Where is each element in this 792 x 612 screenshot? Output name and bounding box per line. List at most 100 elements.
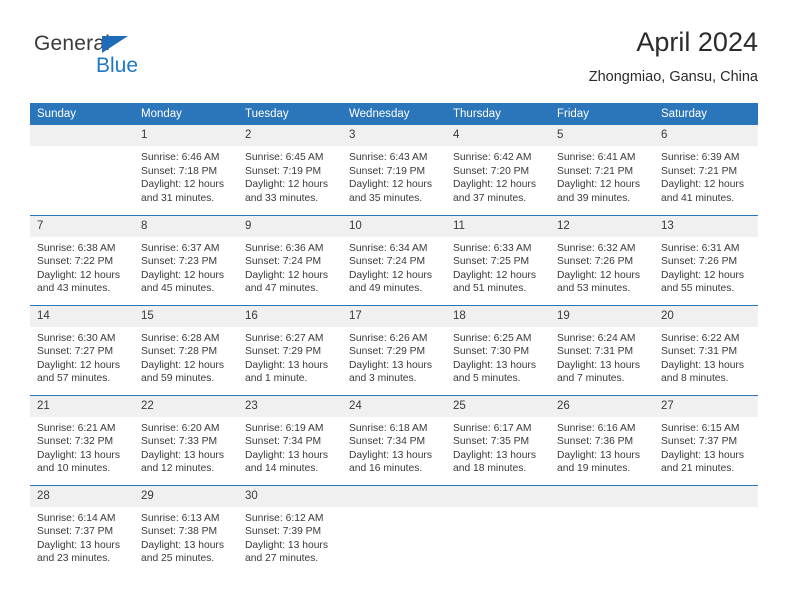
sunset-text: Sunset: 7:37 PM — [661, 436, 738, 448]
sunset-text: Sunset: 7:26 PM — [661, 256, 738, 268]
calendar-day-cell[interactable]: 14 Sunrise: 6:30 AM Sunset: 7:27 PM Dayligh… — [30, 304, 134, 395]
sunrise-text: Sunrise: 6:31 AM — [661, 242, 740, 254]
sunrise-text: Sunrise: 6:12 AM — [245, 512, 324, 524]
logo-triangle-icon — [102, 36, 128, 53]
calendar-day-cell[interactable]: 22 Sunrise: 6:20 AM Sunset: 7:33 PM Dayligh… — [134, 394, 238, 485]
calendar-day-cell[interactable]: 8 Sunrise: 6:37 AM Sunset: 7:23 PM Daylight… — [134, 214, 238, 305]
day-number — [654, 485, 758, 507]
calendar-day-cell[interactable]: 15 Sunrise: 6:28 AM Sunset: 7:28 PM Dayligh… — [134, 304, 238, 395]
calendar-day-cell[interactable]: 16 Sunrise: 6:27 AM Sunset: 7:29 PM Dayligh… — [238, 304, 342, 395]
calendar-day-cell[interactable]: 28 Sunrise: 6:14 AM Sunset: 7:37 PM Dayligh… — [30, 484, 134, 575]
calendar-day-cell[interactable]: 10 Sunrise: 6:34 AM Sunset: 7:24 PM Dayligh… — [342, 214, 446, 305]
sunrise-text: Sunrise: 6:41 AM — [557, 152, 636, 163]
day-number: 5 — [550, 125, 654, 146]
sunset-text: Sunset: 7:27 PM — [37, 346, 114, 358]
sunset-text: Sunset: 7:19 PM — [349, 165, 426, 177]
sunrise-text: Sunrise: 6:39 AM — [661, 152, 740, 163]
day-details: Sunrise: 6:17 AM Sunset: 7:35 PM Daylight:… — [446, 417, 550, 476]
day-number — [550, 485, 654, 507]
day-cell-inner — [550, 485, 654, 576]
daylight-text-line2: and 33 minutes. — [245, 192, 319, 204]
day-number: 26 — [550, 395, 654, 417]
sunrise-text: Sunrise: 6:42 AM — [453, 152, 532, 163]
daylight-text-line2: and 23 minutes. — [37, 553, 111, 565]
calendar-day-cell[interactable]: 24 Sunrise: 6:18 AM Sunset: 7:34 PM Dayligh… — [342, 394, 446, 485]
daylight-text-line1: Daylight: 12 hours — [245, 269, 328, 281]
calendar-day-cell[interactable]: 6 Sunrise: 6:39 AM Sunset: 7:21 PM Daylight… — [654, 125, 758, 215]
day-number: 30 — [238, 485, 342, 507]
calendar-day-cell[interactable]: 19 Sunrise: 6:24 AM Sunset: 7:31 PM Dayligh… — [550, 304, 654, 395]
calendar-grid: Sunday Monday Tuesday Wednesday Thursday… — [30, 103, 758, 575]
calendar-day-cell[interactable]: 2 Sunrise: 6:45 AM Sunset: 7:19 PM Daylight… — [238, 125, 342, 215]
calendar-day-cell[interactable]: 21 Sunrise: 6:21 AM Sunset: 7:32 PM Dayligh… — [30, 394, 134, 485]
calendar-day-cell[interactable]: 1 Sunrise: 6:46 AM Sunset: 7:18 PM Daylight… — [134, 125, 238, 215]
sunset-text: Sunset: 7:21 PM — [557, 165, 634, 177]
calendar-day-cell[interactable]: 5 Sunrise: 6:41 AM Sunset: 7:21 PM Daylight… — [550, 125, 654, 215]
daylight-text-line2: and 12 minutes. — [141, 463, 215, 475]
sunrise-text: Sunrise: 6:30 AM — [37, 332, 116, 344]
daylight-text-line2: and 51 minutes. — [453, 283, 527, 295]
daylight-text-line1: Daylight: 13 hours — [141, 449, 224, 461]
sunset-text: Sunset: 7:28 PM — [141, 346, 218, 358]
daylight-text-line1: Daylight: 12 hours — [141, 359, 224, 371]
daylight-text-line1: Daylight: 13 hours — [37, 539, 120, 551]
calendar-day-cell[interactable]: 13 Sunrise: 6:31 AM Sunset: 7:26 PM Dayligh… — [654, 214, 758, 305]
day-details: Sunrise: 6:32 AM Sunset: 7:26 PM Daylight:… — [550, 237, 654, 296]
sunrise-text: Sunrise: 6:26 AM — [349, 332, 428, 344]
daylight-text-line2: and 47 minutes. — [245, 283, 319, 295]
day-number — [342, 485, 446, 507]
calendar-day-cell[interactable]: 4 Sunrise: 6:42 AM Sunset: 7:20 PM Daylight… — [446, 125, 550, 215]
day-details: Sunrise: 6:21 AM Sunset: 7:32 PM Daylight:… — [30, 417, 134, 476]
day-details: Sunrise: 6:15 AM Sunset: 7:37 PM Daylight:… — [654, 417, 758, 476]
daylight-text-line1: Daylight: 13 hours — [661, 449, 744, 461]
weekday-header-monday: Monday — [134, 103, 238, 125]
calendar-day-cell[interactable]: 29 Sunrise: 6:13 AM Sunset: 7:38 PM Dayligh… — [134, 484, 238, 576]
logo-text-general: General — [34, 32, 111, 55]
calendar-day-cell[interactable]: 11 Sunrise: 6:33 AM Sunset: 7:25 PM Dayligh… — [446, 214, 550, 305]
calendar-day-cell[interactable]: 7 Sunrise: 6:38 AM Sunset: 7:22 PM Daylight… — [30, 214, 134, 305]
calendar-day-cell[interactable]: 27 Sunrise: 6:15 AM Sunset: 7:37 PM Dayligh… — [654, 394, 758, 485]
sunrise-text: Sunrise: 6:17 AM — [453, 422, 532, 434]
daylight-text-line1: Daylight: 13 hours — [245, 359, 328, 371]
sunrise-text: Sunrise: 6:25 AM — [453, 332, 532, 344]
calendar-day-cell[interactable]: 18 Sunrise: 6:25 AM Sunset: 7:30 PM Dayligh… — [446, 304, 550, 395]
sunset-text: Sunset: 7:29 PM — [245, 346, 322, 358]
daylight-text-line2: and 43 minutes. — [37, 283, 111, 295]
sunrise-text: Sunrise: 6:27 AM — [245, 332, 324, 344]
daylight-text-line2: and 3 minutes. — [349, 373, 417, 385]
sunset-text: Sunset: 7:32 PM — [37, 436, 114, 448]
calendar-day-cell[interactable]: 30 Sunrise: 6:12 AM Sunset: 7:39 PM Dayligh… — [238, 484, 342, 575]
day-cell-inner: 12 Sunrise: 6:32 AM Sunset: 7:26 PM Dayligh… — [550, 215, 654, 305]
day-cell-inner: 22 Sunrise: 6:20 AM Sunset: 7:33 PM Dayligh… — [134, 395, 238, 485]
sunset-text: Sunset: 7:23 PM — [141, 256, 218, 268]
calendar-day-cell[interactable]: 26 Sunrise: 6:16 AM Sunset: 7:36 PM Dayligh… — [550, 394, 654, 485]
calendar-empty-cell — [30, 125, 134, 215]
calendar-day-cell[interactable]: 12 Sunrise: 6:32 AM Sunset: 7:26 PM Dayligh… — [550, 214, 654, 305]
day-number: 13 — [654, 215, 758, 237]
day-cell-inner: 24 Sunrise: 6:18 AM Sunset: 7:34 PM Dayligh… — [342, 395, 446, 485]
calendar-day-cell[interactable]: 17 Sunrise: 6:26 AM Sunset: 7:29 PM Dayligh… — [342, 304, 446, 395]
day-number: 14 — [30, 305, 134, 327]
calendar-day-cell[interactable]: 25 Sunrise: 6:17 AM Sunset: 7:35 PM Dayligh… — [446, 394, 550, 485]
calendar-day-cell[interactable]: 3 Sunrise: 6:43 AM Sunset: 7:19 PM Daylight… — [342, 125, 446, 215]
day-details: Sunrise: 6:36 AM Sunset: 7:24 PM Daylight:… — [238, 237, 342, 296]
sunset-text: Sunset: 7:26 PM — [557, 256, 634, 268]
daylight-text-line1: Daylight: 12 hours — [37, 269, 120, 281]
daylight-text-line1: Daylight: 12 hours — [141, 269, 224, 281]
day-cell-inner: 23 Sunrise: 6:19 AM Sunset: 7:34 PM Dayligh… — [238, 395, 342, 485]
day-number: 19 — [550, 305, 654, 327]
calendar-empty-cell — [654, 484, 758, 575]
calendar-day-cell[interactable]: 23 Sunrise: 6:19 AM Sunset: 7:34 PM Dayligh… — [238, 394, 342, 485]
calendar-day-cell[interactable]: 20 Sunrise: 6:22 AM Sunset: 7:31 PM Dayligh… — [654, 304, 758, 395]
calendar-day-cell[interactable]: 9 Sunrise: 6:36 AM Sunset: 7:24 PM Daylight… — [238, 214, 342, 305]
day-details: Sunrise: 6:20 AM Sunset: 7:33 PM Daylight:… — [134, 417, 238, 476]
day-details: Sunrise: 6:45 AM Sunset: 7:19 PM Daylight:… — [238, 146, 342, 205]
day-cell-inner: 9 Sunrise: 6:36 AM Sunset: 7:24 PM Daylight… — [238, 215, 342, 305]
calendar-week-row: 1 Sunrise: 6:46 AM Sunset: 7:18 PM Daylight… — [30, 125, 758, 215]
day-cell-inner: 13 Sunrise: 6:31 AM Sunset: 7:26 PM Dayligh… — [654, 215, 758, 305]
day-cell-inner: 29 Sunrise: 6:13 AM Sunset: 7:38 PM Dayligh… — [134, 485, 238, 576]
daylight-text-line2: and 37 minutes. — [453, 192, 527, 204]
day-cell-inner: 16 Sunrise: 6:27 AM Sunset: 7:29 PM Dayligh… — [238, 305, 342, 395]
general-blue-logo[interactable]: General Blue — [34, 32, 204, 90]
day-number: 6 — [654, 125, 758, 146]
